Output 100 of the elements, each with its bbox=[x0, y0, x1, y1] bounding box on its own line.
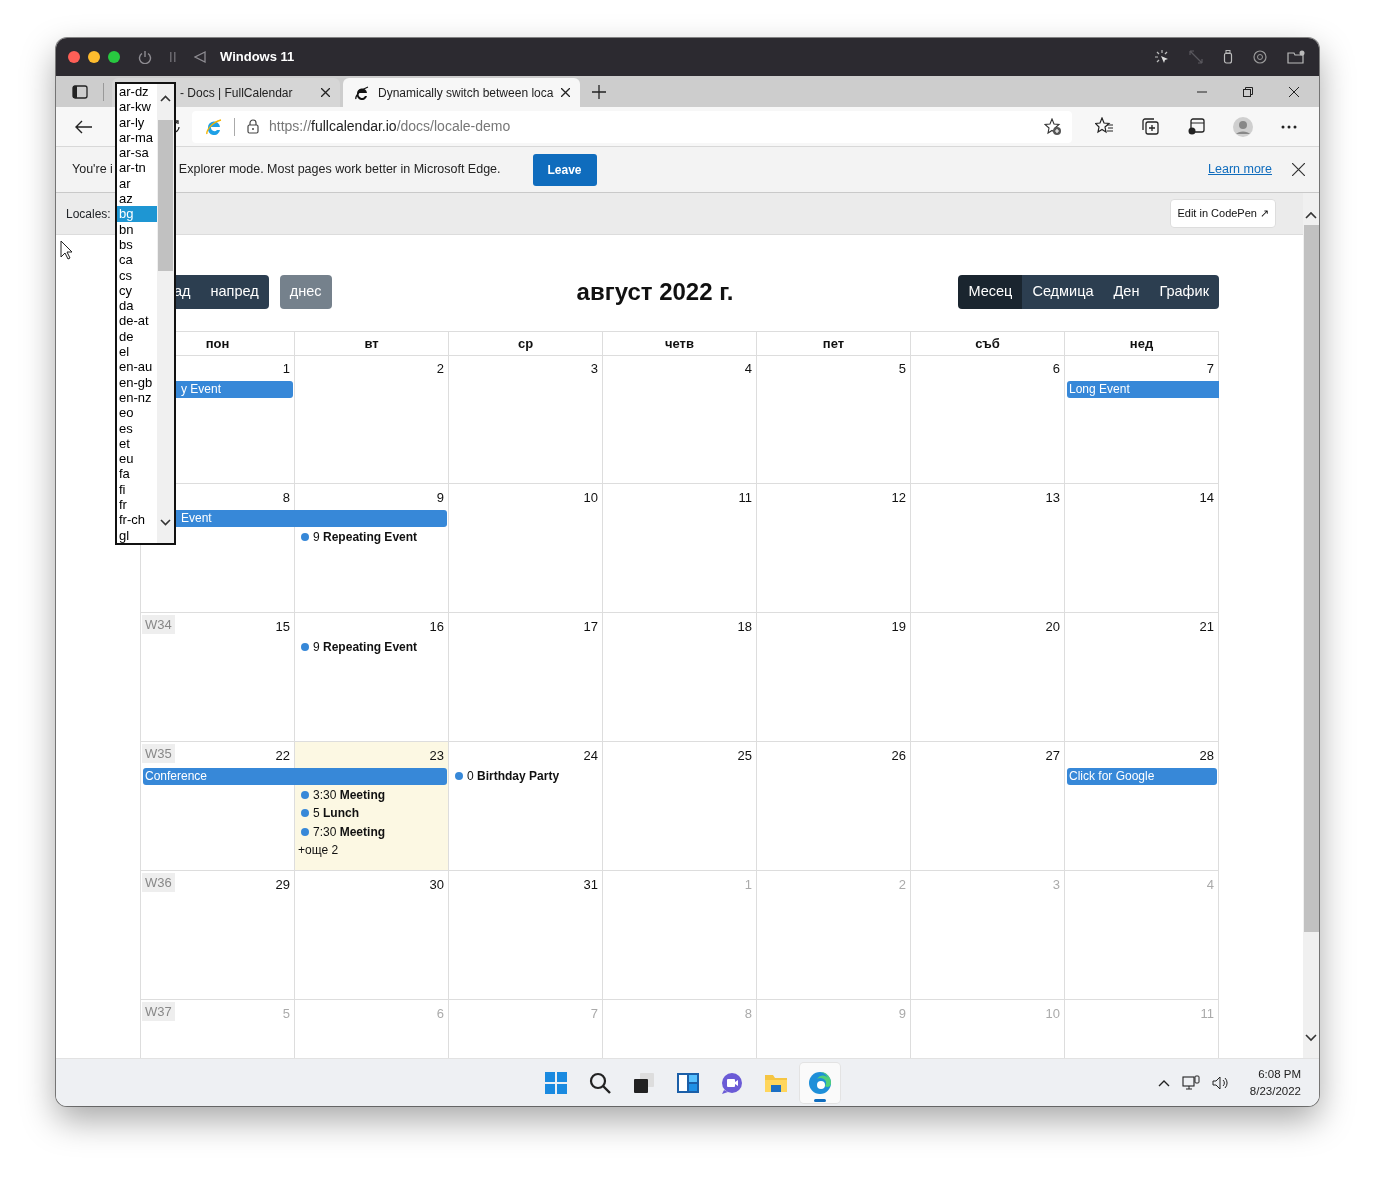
network-icon[interactable] bbox=[1181, 1074, 1200, 1091]
leave-button[interactable]: Leave bbox=[532, 153, 597, 186]
restore-icon[interactable] bbox=[1243, 86, 1253, 97]
more-link[interactable]: +още 2 bbox=[295, 841, 339, 860]
edge-logo-icon[interactable] bbox=[807, 1070, 832, 1095]
disc-icon[interactable] bbox=[1253, 50, 1267, 64]
chevron-down-icon[interactable] bbox=[160, 519, 171, 526]
day-number[interactable]: 18 bbox=[737, 616, 757, 637]
event-bar[interactable]: Long Event bbox=[1067, 380, 1219, 398]
event-item[interactable]: 5 Lunch bbox=[295, 804, 449, 823]
day-number[interactable]: 3 bbox=[590, 358, 603, 379]
day-number[interactable]: 1 bbox=[282, 358, 295, 379]
dropdown-option[interactable]: cy bbox=[117, 282, 157, 299]
chevron-up-icon[interactable] bbox=[1157, 1078, 1170, 1087]
day-number[interactable]: 27 bbox=[1045, 745, 1065, 766]
event-item[interactable]: 0 Birthday Party bbox=[449, 767, 603, 786]
dropdown-option[interactable]: de-at bbox=[117, 313, 157, 329]
dropdown-option[interactable]: gl bbox=[117, 527, 157, 543]
dropdown-option[interactable]: fi bbox=[117, 481, 157, 497]
day-number[interactable]: 4 bbox=[744, 358, 757, 379]
day-number[interactable]: 31 bbox=[583, 874, 603, 895]
dropdown-option[interactable]: cs bbox=[117, 267, 157, 283]
dropdown-option[interactable]: bs bbox=[117, 236, 157, 253]
day-number[interactable]: 20 bbox=[1045, 616, 1065, 637]
event-item[interactable]: 3:30 Meeting bbox=[295, 785, 449, 804]
day-number[interactable]: 19 bbox=[891, 616, 911, 637]
dropdown-option[interactable]: bn bbox=[117, 221, 157, 237]
usb-icon[interactable] bbox=[1223, 50, 1233, 64]
view-button[interactable]: Ден bbox=[1103, 275, 1150, 309]
pause-icon[interactable] bbox=[170, 51, 176, 63]
learn-more-link[interactable]: Learn more bbox=[1208, 160, 1272, 179]
chevron-down-icon[interactable] bbox=[1305, 1034, 1317, 1042]
day-number[interactable]: 10 bbox=[583, 487, 603, 508]
scrollbar-thumb[interactable] bbox=[158, 120, 173, 271]
day-number[interactable]: 5 bbox=[898, 358, 911, 379]
browser-tab[interactable]: Dynamically switch between loca bbox=[343, 78, 580, 107]
day-number[interactable]: 30 bbox=[429, 874, 449, 895]
dropdown-option[interactable]: ar-ma bbox=[117, 129, 157, 146]
day-number[interactable]: 14 bbox=[1199, 487, 1219, 508]
dropdown-option[interactable]: az bbox=[117, 191, 157, 207]
close-icon[interactable] bbox=[561, 88, 570, 97]
dropdown-option[interactable]: ar-ly bbox=[117, 114, 157, 130]
day-number[interactable]: 12 bbox=[891, 487, 911, 508]
dropdown-option[interactable]: da bbox=[117, 298, 157, 314]
dropdown-option[interactable]: et bbox=[117, 435, 157, 452]
chevron-up-icon[interactable] bbox=[160, 95, 171, 102]
day-number[interactable]: 9 bbox=[436, 487, 449, 508]
dropdown-option[interactable]: ar-sa bbox=[117, 145, 157, 161]
app-window-icon[interactable] bbox=[1187, 116, 1207, 137]
pointer-sparkle-icon[interactable] bbox=[1155, 50, 1169, 64]
day-number[interactable]: 22 bbox=[275, 745, 295, 766]
collections-icon[interactable] bbox=[1141, 116, 1161, 137]
chevron-up-icon[interactable] bbox=[1305, 211, 1317, 219]
widgets-icon[interactable] bbox=[675, 1070, 700, 1095]
event-bar[interactable]: Conference bbox=[143, 767, 447, 785]
dropdown-option[interactable]: eo bbox=[117, 405, 157, 421]
dropdown-option[interactable]: es bbox=[117, 420, 157, 436]
search-icon[interactable] bbox=[587, 1070, 612, 1095]
back-triangle-icon[interactable] bbox=[194, 51, 206, 63]
next-button[interactable]: напред bbox=[200, 275, 269, 309]
view-button[interactable]: Месец bbox=[958, 275, 1023, 309]
event-item[interactable]: 9 Repeating Event bbox=[295, 638, 449, 657]
window-control-icon[interactable] bbox=[108, 51, 120, 63]
dropdown-option[interactable]: eu bbox=[117, 451, 157, 467]
scrollbar-thumb[interactable] bbox=[1303, 225, 1319, 932]
dropdown-option[interactable]: fa bbox=[117, 466, 157, 482]
dropdown-option[interactable]: ar-dz bbox=[117, 84, 157, 100]
day-number[interactable]: 26 bbox=[891, 745, 911, 766]
dropdown-option[interactable]: en-au bbox=[117, 359, 157, 375]
event-bar[interactable]: Click for Google bbox=[1067, 767, 1217, 785]
day-number[interactable]: 21 bbox=[1199, 616, 1219, 637]
address-field[interactable]: https://fullcalendar.io/docs/locale-demo bbox=[192, 110, 1072, 143]
clock[interactable]: 6:08 PM 8/23/2022 bbox=[1249, 1065, 1301, 1100]
day-number[interactable]: 2 bbox=[436, 358, 449, 379]
back-arrow-icon[interactable] bbox=[75, 119, 93, 134]
avatar-icon[interactable] bbox=[1233, 116, 1253, 137]
task-view-icon[interactable] bbox=[631, 1070, 656, 1095]
day-number[interactable]: 28 bbox=[1199, 745, 1219, 766]
close-icon[interactable] bbox=[1289, 86, 1299, 97]
dropdown-option[interactable]: ar bbox=[117, 175, 157, 192]
view-button[interactable]: Седмица bbox=[1022, 275, 1104, 309]
chat-icon[interactable] bbox=[719, 1070, 744, 1095]
add-favorite-icon[interactable] bbox=[1044, 117, 1062, 136]
day-number[interactable]: 7 bbox=[1206, 358, 1219, 379]
day-number[interactable]: 11 bbox=[738, 487, 757, 508]
event-item[interactable]: 9 Repeating Event bbox=[295, 527, 449, 546]
window-control-icon[interactable] bbox=[68, 51, 80, 63]
close-icon[interactable] bbox=[321, 88, 330, 97]
day-number[interactable]: 8 bbox=[282, 487, 295, 508]
day-number[interactable]: 13 bbox=[1045, 487, 1065, 508]
day-number[interactable]: 24 bbox=[583, 745, 603, 766]
new-tab-icon[interactable] bbox=[592, 84, 606, 99]
close-icon[interactable] bbox=[1292, 163, 1305, 176]
dropdown-option[interactable]: ar-tn bbox=[117, 160, 157, 176]
speaker-icon[interactable] bbox=[1211, 1075, 1230, 1090]
window-control-icon[interactable] bbox=[88, 51, 100, 63]
day-number[interactable]: 29 bbox=[275, 874, 295, 895]
day-number[interactable]: 17 bbox=[583, 616, 603, 637]
codepen-button[interactable]: Edit in CodePen ↗ bbox=[1170, 199, 1276, 228]
power-icon[interactable] bbox=[138, 50, 152, 64]
